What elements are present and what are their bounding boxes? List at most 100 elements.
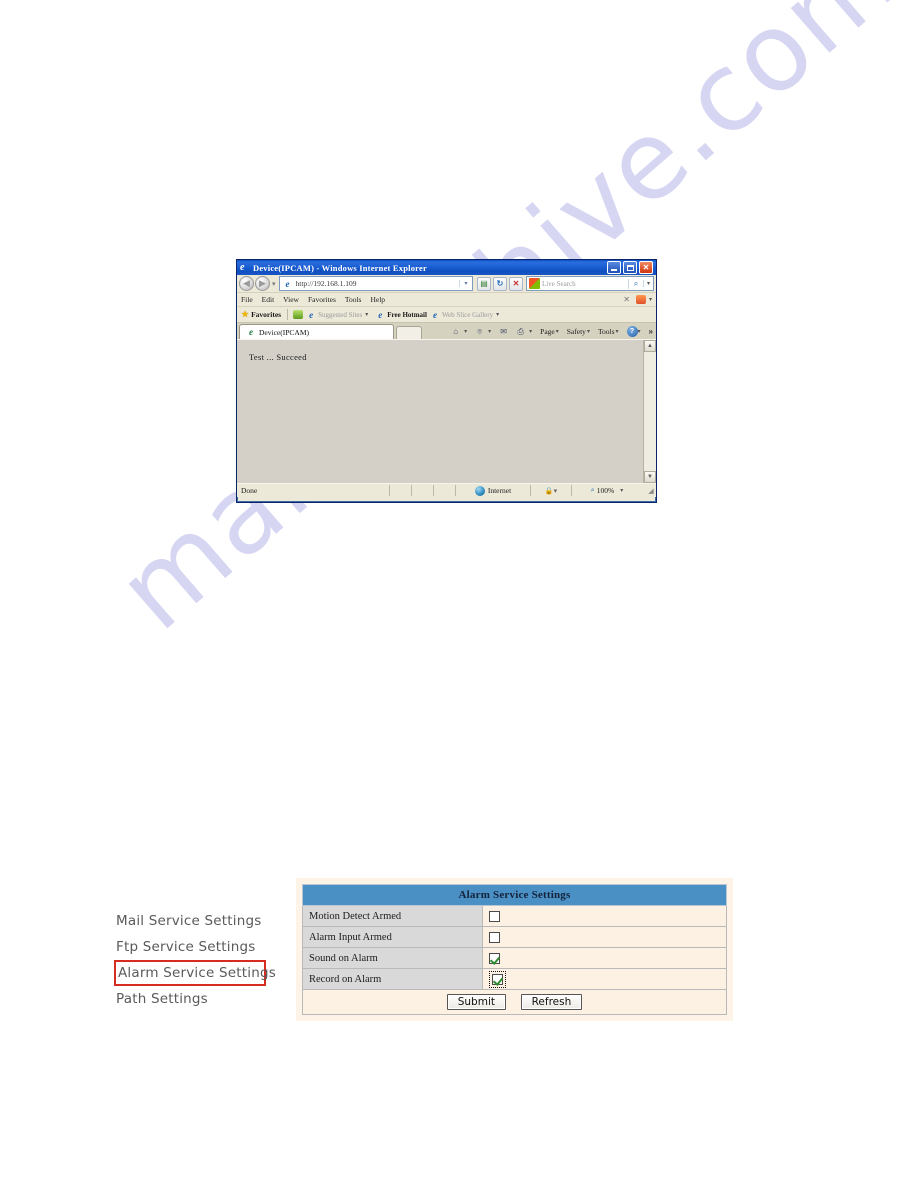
mail-icon[interactable]: ✉	[497, 326, 510, 337]
checkbox-motion-detect-armed[interactable]	[489, 910, 500, 922]
page-caret-icon[interactable]: ▾	[556, 328, 559, 335]
protected-mode-indicator[interactable]: 🔒 ▾	[530, 485, 571, 496]
menu-bar: File Edit View Favorites Tools Help ✕ ▾	[237, 293, 656, 307]
address-input[interactable]: http://192.168.1.109	[296, 279, 459, 288]
zoom-caret-icon[interactable]: ▾	[620, 487, 623, 494]
history-dropdown-icon[interactable]: ▾	[272, 280, 276, 288]
maximize-button[interactable]	[623, 261, 637, 274]
minimize-button[interactable]	[607, 261, 621, 274]
window-titlebar: Device(IPCAM) - Windows Internet Explore…	[237, 260, 656, 275]
sidebar-item-path-settings[interactable]: Path Settings	[114, 986, 284, 1012]
test-result-message: Test ... Succeed	[249, 352, 307, 362]
address-bar[interactable]: http://192.168.1.109 ▾	[278, 276, 473, 291]
refresh-icon[interactable]: ↻	[493, 276, 507, 291]
vertical-scrollbar[interactable]: ▲ ▼	[643, 340, 656, 483]
page-icon	[281, 277, 294, 290]
favbar-item-web-slice-gallery[interactable]: Web Slice Gallery	[442, 311, 493, 319]
row-label-record-on-alarm: Record on Alarm	[302, 968, 483, 990]
page-menu-label[interactable]: Page	[540, 327, 555, 336]
checkbox-alarm-input-armed[interactable]	[489, 931, 500, 943]
sidebar-item-alarm-service-settings[interactable]: Alarm Service Settings	[114, 960, 276, 986]
sidebar-item-mail-service-settings[interactable]: Mail Service Settings	[114, 908, 284, 934]
menu-item-view[interactable]: View	[283, 295, 299, 304]
refresh-button[interactable]: Refresh	[520, 994, 583, 1010]
feeds-toolbar-icon[interactable]: ⌾	[473, 326, 486, 337]
row-label-sound-on-alarm: Sound on Alarm	[302, 947, 483, 969]
status-text: Done	[241, 486, 258, 495]
navigation-bar: ◀ ▶ ▾ http://192.168.1.109 ▾ ▤ ↻ ✕ Live …	[237, 275, 656, 293]
new-tab-button[interactable]	[396, 326, 422, 339]
status-segment	[389, 485, 411, 496]
web-slice-gallery-caret-icon[interactable]: ▾	[496, 311, 499, 318]
home-icon[interactable]: ⌂	[449, 326, 462, 337]
back-icon[interactable]: ◀	[239, 276, 254, 291]
side-menu: Mail Service Settings Ftp Service Settin…	[114, 908, 284, 1012]
forward-icon[interactable]: ▶	[255, 276, 270, 291]
menu-item-help[interactable]: Help	[370, 295, 385, 304]
scrollbar-track[interactable]	[644, 352, 656, 471]
suggested-sites-caret-icon[interactable]: ▾	[365, 311, 368, 318]
zoom-level-label: 100%	[596, 486, 615, 495]
scroll-down-icon[interactable]: ▼	[644, 471, 656, 483]
search-input[interactable]: Live Search	[542, 280, 628, 288]
focus-ring	[489, 970, 506, 988]
stop-icon[interactable]: ✕	[509, 276, 523, 291]
favorites-star-icon[interactable]: ★	[241, 309, 249, 320]
safety-caret-icon[interactable]: ▾	[587, 328, 590, 335]
compatibility-view-icon[interactable]: ▤	[477, 276, 491, 291]
zoom-control[interactable]: ⌕ 100% ▾	[571, 485, 646, 496]
toolbar-overflow-icon[interactable]: »	[649, 327, 653, 336]
lock-icon: 🔒	[544, 486, 554, 495]
menu-item-edit[interactable]: Edit	[262, 295, 275, 304]
sidebar-item-ftp-service-settings[interactable]: Ftp Service Settings	[114, 934, 284, 960]
command-bar: ⌂ ▾ ⌾ ▾ ✉ ⎙ ▾ Page ▾ Safety ▾ Tools ▾ ? …	[422, 324, 656, 339]
favorites-bar: ★ Favorites Suggested Sites ▾ Free Hotma…	[237, 307, 656, 323]
help-icon[interactable]: ?	[626, 326, 638, 337]
favbar-item-free-hotmail[interactable]: Free Hotmail	[387, 311, 427, 319]
tab-page-icon	[246, 327, 256, 337]
table-header-row: Alarm Service Settings	[302, 884, 727, 906]
address-dropdown-icon[interactable]: ▾	[459, 280, 472, 287]
scroll-up-icon[interactable]: ▲	[644, 340, 656, 352]
feeds-icon[interactable]	[635, 295, 646, 304]
print-caret-icon[interactable]: ▾	[529, 328, 532, 335]
search-icon[interactable]: ⌕	[628, 278, 643, 289]
form-actions: Submit Refresh	[302, 989, 727, 1015]
close-button[interactable]: ✕	[639, 261, 653, 274]
table-row: Motion Detect Armed	[302, 905, 727, 927]
browser-viewport: Test ... Succeed ▲ ▼	[237, 339, 656, 483]
tab-bar: Device(IPCAM) ⌂ ▾ ⌾ ▾ ✉ ⎙ ▾ Page ▾ Safet…	[237, 323, 656, 339]
row-value-record-on-alarm	[482, 968, 727, 990]
row-value-motion-detect-armed	[482, 905, 727, 927]
favbar-item-suggested-sites[interactable]: Suggested Sites	[318, 311, 362, 319]
menu-item-favorites[interactable]: Favorites	[308, 295, 336, 304]
feeds-toolbar-caret-icon[interactable]: ▾	[488, 328, 491, 335]
status-segment	[433, 485, 455, 496]
feeds-caret-icon[interactable]: ▾	[649, 296, 652, 303]
tools-menu-label[interactable]: Tools	[598, 327, 615, 336]
free-hotmail-icon	[375, 310, 385, 319]
security-zone[interactable]: Internet	[455, 485, 530, 496]
print-icon[interactable]: ⎙	[514, 326, 527, 337]
window-controls: ✕	[607, 261, 655, 274]
search-box[interactable]: Live Search ⌕ ▾	[526, 276, 654, 291]
close-tab-icon[interactable]: ✕	[623, 295, 630, 304]
add-to-favorites-bar-icon[interactable]	[293, 310, 304, 319]
resize-grip-icon[interactable]: ◢	[646, 487, 656, 495]
protected-mode-caret-icon[interactable]: ▾	[554, 487, 558, 495]
search-provider-caret-icon[interactable]: ▾	[643, 280, 653, 287]
checkbox-record-on-alarm[interactable]	[492, 973, 503, 985]
tab-device-ipcam[interactable]: Device(IPCAM)	[239, 324, 394, 339]
page-root: manualshive.com Device(IPCAM) - Windows …	[0, 0, 918, 1188]
menu-item-file[interactable]: File	[241, 295, 253, 304]
help-caret-icon[interactable]: ▾	[638, 328, 641, 335]
suggested-sites-icon	[306, 310, 316, 319]
tools-caret-icon[interactable]: ▾	[616, 328, 619, 335]
submit-button[interactable]: Submit	[446, 994, 506, 1010]
home-caret-icon[interactable]: ▾	[464, 328, 467, 335]
tab-label: Device(IPCAM)	[259, 327, 309, 337]
safety-menu-label[interactable]: Safety	[567, 327, 586, 336]
checkbox-sound-on-alarm[interactable]	[489, 952, 500, 964]
menu-item-tools[interactable]: Tools	[345, 295, 362, 304]
favorites-button-label[interactable]: Favorites	[251, 310, 281, 319]
